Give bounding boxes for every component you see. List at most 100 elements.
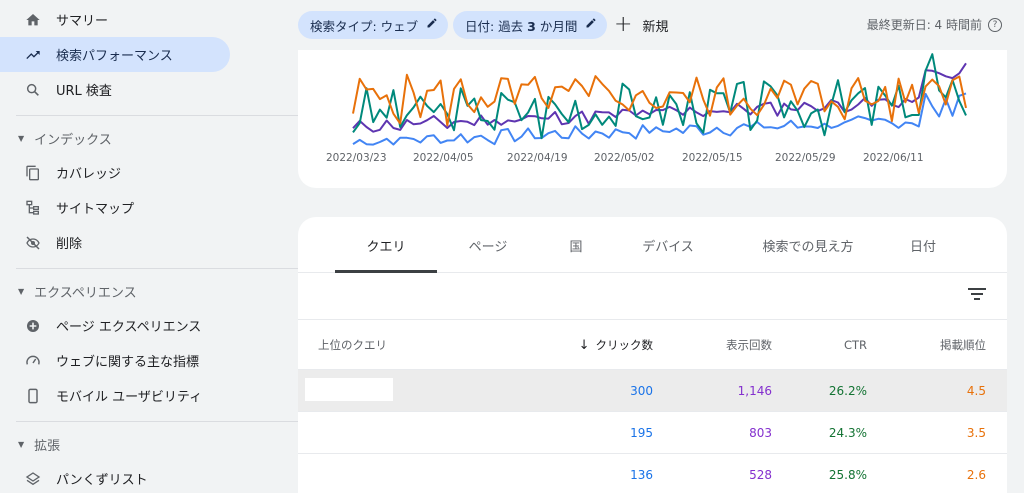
eye-off-icon <box>24 234 42 252</box>
tab-search-appearance[interactable]: 検索での見え方 <box>738 217 878 273</box>
divider <box>16 115 304 116</box>
sidebar-item-label: パンくずリスト <box>56 473 148 488</box>
sidebar-item-label: カバレッジ <box>56 167 122 182</box>
section-header-experience[interactable]: ▼ エクスペリエンス <box>0 276 230 306</box>
active-tab-indicator <box>335 270 437 273</box>
header-position[interactable]: 掲載順位 <box>940 321 986 369</box>
sidebar-item-performance[interactable]: 検索パフォーマンス <box>0 37 230 72</box>
sidebar-item-summary[interactable]: サマリー <box>0 2 230 37</box>
dimension-tabs: クエリ ページ 国 デバイス 検索での見え方 日付 <box>298 217 1007 273</box>
add-filter-label: 新規 <box>642 19 669 35</box>
sidebar-item-coverage[interactable]: カバレッジ <box>0 155 230 190</box>
series-line-impressions <box>352 62 967 133</box>
home-icon <box>24 11 42 29</box>
sort-arrow-icon: ↓ <box>578 337 590 353</box>
section-title: インデックス <box>34 132 112 148</box>
cell-clicks: 195 <box>630 426 653 440</box>
plus-circle-icon <box>24 317 42 335</box>
cell-ctr: 25.8% <box>828 468 867 482</box>
sidebar-item-breadcrumbs[interactable]: パンくずリスト <box>0 461 230 493</box>
header-impressions[interactable]: 表示回数 <box>726 321 772 369</box>
caret-down-icon: ▼ <box>18 439 25 449</box>
cell-position: 4.5 <box>966 384 986 398</box>
sidebar-item-label: ページ エクスペリエンス <box>56 320 202 335</box>
chart-canvas[interactable] <box>298 50 1007 188</box>
chip-label-prefix: 日付: 過去 <box>465 18 528 34</box>
cell-impressions: 803 <box>749 426 772 440</box>
chip-label: 検索タイプ: ウェブ <box>310 18 419 34</box>
cell-position: 2.6 <box>966 468 986 482</box>
tab-date[interactable]: 日付 <box>888 217 958 273</box>
x-tick-label: 2022/05/02 <box>594 152 655 164</box>
x-tick-label: 2022/03/23 <box>326 152 387 164</box>
sitemap-icon <box>24 199 42 217</box>
chip-label-number: 3 <box>527 18 536 34</box>
header-clicks-label: クリック数 <box>595 338 654 352</box>
sidebar-item-mobile-usability[interactable]: モバイル ユーザビリティ <box>0 378 230 413</box>
sidebar-item-url-inspection[interactable]: URL 検査 <box>0 72 230 107</box>
cell-impressions: 1,146 <box>737 384 772 398</box>
filter-chip-date[interactable]: 日付: 過去 3 か月間 <box>453 11 608 39</box>
table-row[interactable]: 300 1,146 26.2% 4.5 <box>298 369 1007 411</box>
header-ctr[interactable]: CTR <box>844 321 867 369</box>
section-title: エクスペリエンス <box>34 285 137 301</box>
header-clicks[interactable]: ↓ クリック数 <box>579 321 653 369</box>
sidebar-item-label: 検索パフォーマンス <box>56 49 173 64</box>
sidebar: サマリー 検索パフォーマンス URL 検査 ▼ インデックス カバレッジ サイト… <box>0 0 304 493</box>
tab-country[interactable]: 国 <box>546 217 606 273</box>
sidebar-item-removals[interactable]: 削除 <box>0 225 230 260</box>
table-row[interactable]: 195 803 24.3% 3.5 <box>298 411 1007 453</box>
series-line-clicks <box>352 92 967 146</box>
x-tick-label: 2022/04/05 <box>413 152 474 164</box>
cell-clicks: 136 <box>630 468 653 482</box>
table-toolbar <box>298 274 1007 320</box>
series-line-position <box>352 73 967 127</box>
sidebar-item-label: URL 検査 <box>56 84 112 99</box>
plus-icon: + <box>614 12 633 37</box>
sidebar-item-label: サイトマップ <box>56 202 135 217</box>
caret-down-icon: ▼ <box>18 133 25 143</box>
tab-query[interactable]: クエリ <box>335 217 437 273</box>
x-tick-label: 2022/05/15 <box>682 152 743 164</box>
query-cell <box>305 420 393 443</box>
cell-ctr: 24.3% <box>828 426 867 440</box>
help-icon[interactable]: ? <box>988 17 1002 32</box>
sidebar-item-sitemap[interactable]: サイトマップ <box>0 190 230 225</box>
query-cell <box>305 378 393 401</box>
query-cell <box>305 462 393 485</box>
chip-label: 日付: 過去 3 か月間 <box>465 16 577 35</box>
report-table-card: クエリ ページ 国 デバイス 検索での見え方 日付 上位のクエリ ↓ クリック数… <box>298 217 1007 493</box>
filter-icon[interactable] <box>968 288 986 302</box>
divider <box>16 268 304 269</box>
phone-icon <box>24 387 42 405</box>
sidebar-item-label: 削除 <box>56 237 83 252</box>
cell-position: 3.5 <box>966 426 986 440</box>
sidebar-item-label: サマリー <box>56 14 109 29</box>
section-header-enhancements[interactable]: ▼ 拡張 <box>0 429 230 459</box>
gauge-icon <box>24 352 42 370</box>
chip-label-suffix: か月間 <box>535 18 578 34</box>
sidebar-item-label: ウェブに関する主な指標 <box>56 355 200 370</box>
performance-chart: 2022/03/23 2022/04/05 2022/04/19 2022/05… <box>298 50 1007 188</box>
copy-pages-icon <box>24 164 42 182</box>
divider <box>16 421 304 422</box>
filter-chip-search-type[interactable]: 検索タイプ: ウェブ <box>298 11 449 39</box>
sidebar-item-core-web-vitals[interactable]: ウェブに関する主な指標 <box>0 343 230 378</box>
x-tick-label: 2022/04/19 <box>507 152 568 164</box>
sidebar-item-page-experience[interactable]: ページ エクスペリエンス <box>0 308 230 343</box>
tab-device[interactable]: デバイス <box>628 217 708 273</box>
add-filter-button[interactable]: + 新規 <box>614 11 668 39</box>
cell-impressions: 528 <box>749 468 772 482</box>
pencil-icon <box>585 17 597 33</box>
cell-ctr: 26.2% <box>828 384 867 398</box>
section-title: 拡張 <box>34 438 61 454</box>
x-tick-label: 2022/05/29 <box>775 152 836 164</box>
section-header-index[interactable]: ▼ インデックス <box>0 123 230 153</box>
last-updated: 最終更新日: 4 時間前 ? <box>867 16 1002 33</box>
table-row[interactable]: 136 528 25.8% 2.6 <box>298 453 1007 493</box>
header-query[interactable]: 上位のクエリ <box>318 321 387 369</box>
tab-page[interactable]: ページ <box>448 217 528 273</box>
pencil-icon <box>426 17 438 33</box>
search-icon <box>24 81 42 99</box>
layers-icon <box>24 470 42 488</box>
